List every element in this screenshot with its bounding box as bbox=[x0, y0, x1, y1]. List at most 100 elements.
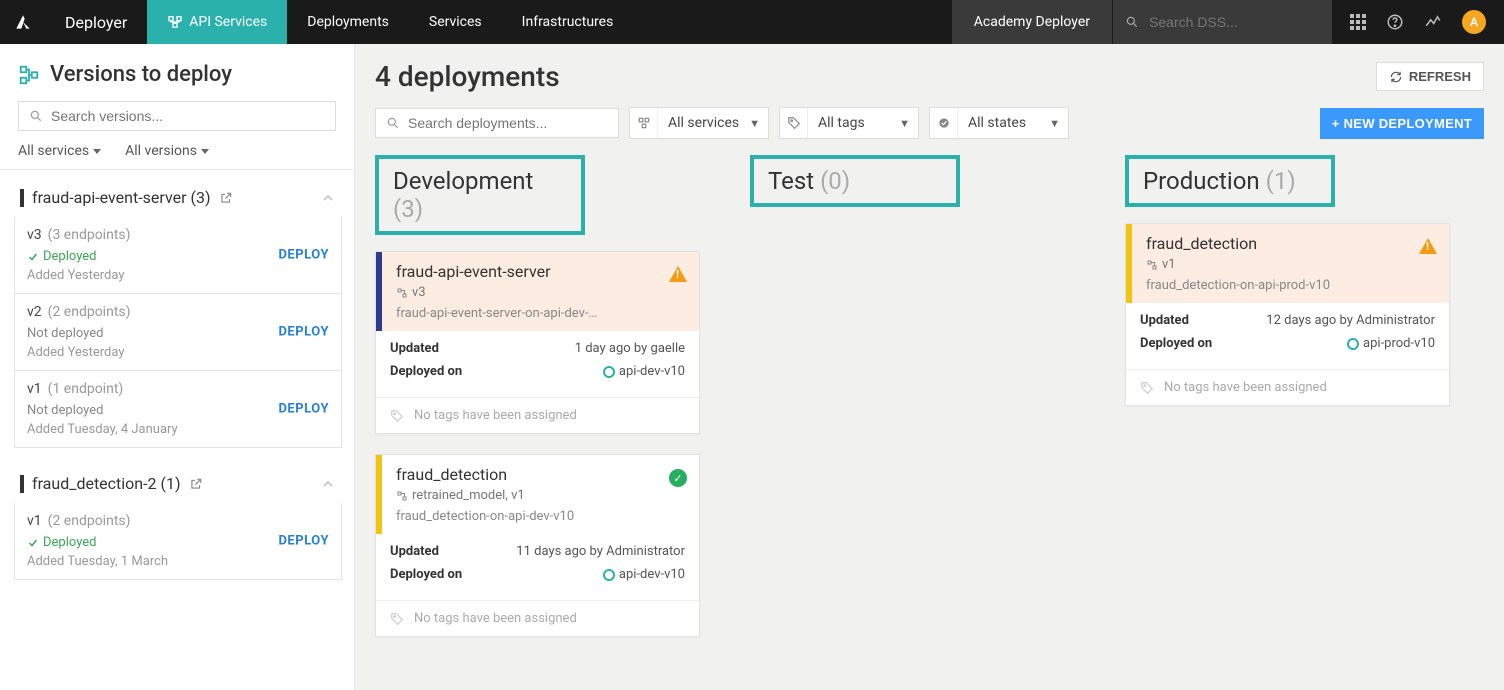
stage-test-count: (0) bbox=[820, 167, 850, 195]
sidebar-title-text: Versions to deploy bbox=[50, 62, 232, 87]
stage-development-count: (3) bbox=[393, 195, 423, 223]
filter-all-versions[interactable]: All versions bbox=[125, 143, 209, 159]
external-link-icon[interactable] bbox=[219, 191, 233, 205]
stage-test: Test (0) bbox=[750, 155, 1109, 657]
deploy-button[interactable]: DEPLOY bbox=[278, 325, 329, 340]
deployment-meta: Updated12 days ago by Administrator Depl… bbox=[1126, 303, 1449, 369]
page-title: 4 deployments bbox=[375, 60, 560, 93]
tab-api-services[interactable]: API Services bbox=[147, 0, 287, 44]
deploy-button[interactable]: DEPLOY bbox=[278, 402, 329, 417]
filter-states[interactable]: All states▼ bbox=[929, 107, 1069, 139]
avatar[interactable]: A bbox=[1462, 10, 1486, 34]
added-label: Added Tuesday, 1 March bbox=[27, 554, 329, 569]
filter-tags[interactable]: All tags▼ bbox=[779, 107, 919, 139]
deployment-card[interactable]: fraud_detection v1 fraud_detection-on-ap… bbox=[1125, 223, 1450, 406]
filter-all-services-label: All services bbox=[18, 143, 89, 159]
deployment-version: v1 bbox=[1146, 257, 1435, 272]
stages: Development (3) fraud-api-event-server v… bbox=[375, 155, 1484, 657]
infra-icon bbox=[603, 569, 615, 581]
state-icon bbox=[937, 116, 951, 130]
deployment-card-header: fraud_detection retrained_model, v1 frau… bbox=[376, 455, 699, 534]
stage-production-header: Production (1) bbox=[1125, 155, 1335, 207]
tag-icon bbox=[390, 409, 404, 423]
stage-test-header: Test (0) bbox=[750, 155, 960, 207]
global-search[interactable] bbox=[1112, 0, 1332, 44]
tab-services[interactable]: Services bbox=[409, 0, 502, 44]
filter-services-label: All services bbox=[668, 115, 739, 131]
stage-production-count: (1) bbox=[1266, 167, 1296, 195]
filter-all-versions-label: All versions bbox=[125, 143, 197, 159]
search-icon bbox=[386, 116, 400, 130]
service-header[interactable]: fraud_detection-2 (1) bbox=[14, 466, 342, 503]
deployment-card[interactable]: fraud-api-event-server v3 fraud-api-even… bbox=[375, 251, 700, 434]
deployment-card-header: fraud-api-event-server v3 fraud-api-even… bbox=[376, 252, 699, 331]
chevron-up-icon[interactable] bbox=[320, 190, 336, 206]
deployment-name: fraud_detection bbox=[1146, 234, 1435, 253]
new-deployment-button[interactable]: + NEW DEPLOYMENT bbox=[1320, 108, 1484, 139]
service-header[interactable]: fraud-api-event-server (3) bbox=[14, 180, 342, 217]
activity-icon[interactable] bbox=[1424, 13, 1442, 31]
apps-icon[interactable] bbox=[1350, 14, 1366, 30]
chevron-up-icon[interactable] bbox=[320, 476, 336, 492]
tab-infrastructures[interactable]: Infrastructures bbox=[502, 0, 634, 44]
version-line: v1(2 endpoints) bbox=[27, 513, 329, 529]
added-label: Added Yesterday bbox=[27, 268, 329, 283]
sidebar-search-input[interactable] bbox=[51, 108, 325, 124]
deployment-card[interactable]: fraud_detection retrained_model, v1 frau… bbox=[375, 454, 700, 637]
refresh-icon bbox=[1389, 70, 1403, 84]
sidebar-body: fraud-api-event-server (3) v3(3 endpoint… bbox=[0, 170, 354, 690]
version-line: v3(3 endpoints) bbox=[27, 227, 329, 243]
tab-deployments[interactable]: Deployments bbox=[287, 0, 409, 44]
added-label: Added Tuesday, 4 January bbox=[27, 422, 329, 437]
api-services-icon bbox=[167, 14, 183, 30]
added-label: Added Yesterday bbox=[27, 345, 329, 360]
deployments-search[interactable] bbox=[375, 108, 619, 138]
deployment-id: fraud_detection-on-api-dev-v10 bbox=[396, 509, 685, 524]
stage-development-header: Development (3) bbox=[375, 155, 585, 235]
sidebar-search[interactable] bbox=[18, 101, 336, 131]
filter-states-label: All states bbox=[968, 115, 1026, 131]
tab-api-services-label: API Services bbox=[189, 14, 267, 30]
tab-infrastructures-label: Infrastructures bbox=[522, 14, 614, 30]
filter-tags-label: All tags bbox=[818, 115, 865, 131]
infra-icon bbox=[603, 366, 615, 378]
tab-deployments-label: Deployments bbox=[307, 14, 389, 30]
version-card[interactable]: v1(2 endpoints) Deployed Added Tuesday, … bbox=[14, 503, 342, 580]
global-search-input[interactable] bbox=[1149, 14, 1320, 30]
warning-icon bbox=[1419, 238, 1437, 254]
service-name: fraud-api-event-server (3) bbox=[32, 188, 211, 207]
sidebar-title: Versions to deploy bbox=[18, 62, 336, 87]
infra-icon bbox=[1347, 338, 1359, 350]
service-group: fraud-api-event-server (3) v3(3 endpoint… bbox=[14, 180, 342, 448]
version-icon bbox=[396, 287, 408, 299]
version-card[interactable]: v3(3 endpoints) Deployed Added Yesterday… bbox=[14, 217, 342, 294]
refresh-label: REFRESH bbox=[1409, 69, 1471, 84]
deploy-button[interactable]: DEPLOY bbox=[278, 534, 329, 549]
app-logo[interactable] bbox=[0, 12, 45, 32]
deployment-id: fraud_detection-on-api-prod-v10 bbox=[1146, 278, 1435, 293]
deployment-name: fraud_detection bbox=[396, 465, 685, 484]
deploy-button[interactable]: DEPLOY bbox=[278, 248, 329, 263]
help-icon[interactable] bbox=[1386, 13, 1404, 31]
filter-all-services[interactable]: All services bbox=[18, 143, 101, 159]
refresh-button[interactable]: REFRESH bbox=[1376, 62, 1484, 91]
external-link-icon[interactable] bbox=[189, 477, 203, 491]
tag-icon bbox=[787, 116, 801, 130]
content: 4 deployments REFRESH All services▼ All … bbox=[355, 44, 1504, 690]
deployment-name: fraud-api-event-server bbox=[396, 262, 685, 281]
versions-icon bbox=[18, 64, 40, 86]
deployment-meta: Updated11 days ago by Administrator Depl… bbox=[376, 534, 699, 600]
version-card[interactable]: v2(2 endpoints) Not deployed Added Yeste… bbox=[14, 294, 342, 371]
service-group: fraud_detection-2 (1) v1(2 endpoints) De… bbox=[14, 466, 342, 580]
stage-development: Development (3) fraud-api-event-server v… bbox=[375, 155, 734, 657]
filter-services[interactable]: All services▼ bbox=[629, 107, 769, 139]
brand-label[interactable]: Deployer bbox=[45, 13, 147, 32]
sidebar: Versions to deploy All services All vers… bbox=[0, 44, 355, 690]
deployments-search-input[interactable] bbox=[408, 115, 608, 131]
version-card[interactable]: v1(1 endpoint) Not deployed Added Tuesda… bbox=[14, 371, 342, 448]
filter-bar: All services▼ All tags▼ All states▼ + NE… bbox=[375, 107, 1484, 139]
tenant-label[interactable]: Academy Deployer bbox=[952, 0, 1112, 44]
stage-test-label: Test bbox=[768, 167, 814, 195]
version-line: v1(1 endpoint) bbox=[27, 381, 329, 397]
stage-development-label: Development bbox=[393, 167, 533, 195]
